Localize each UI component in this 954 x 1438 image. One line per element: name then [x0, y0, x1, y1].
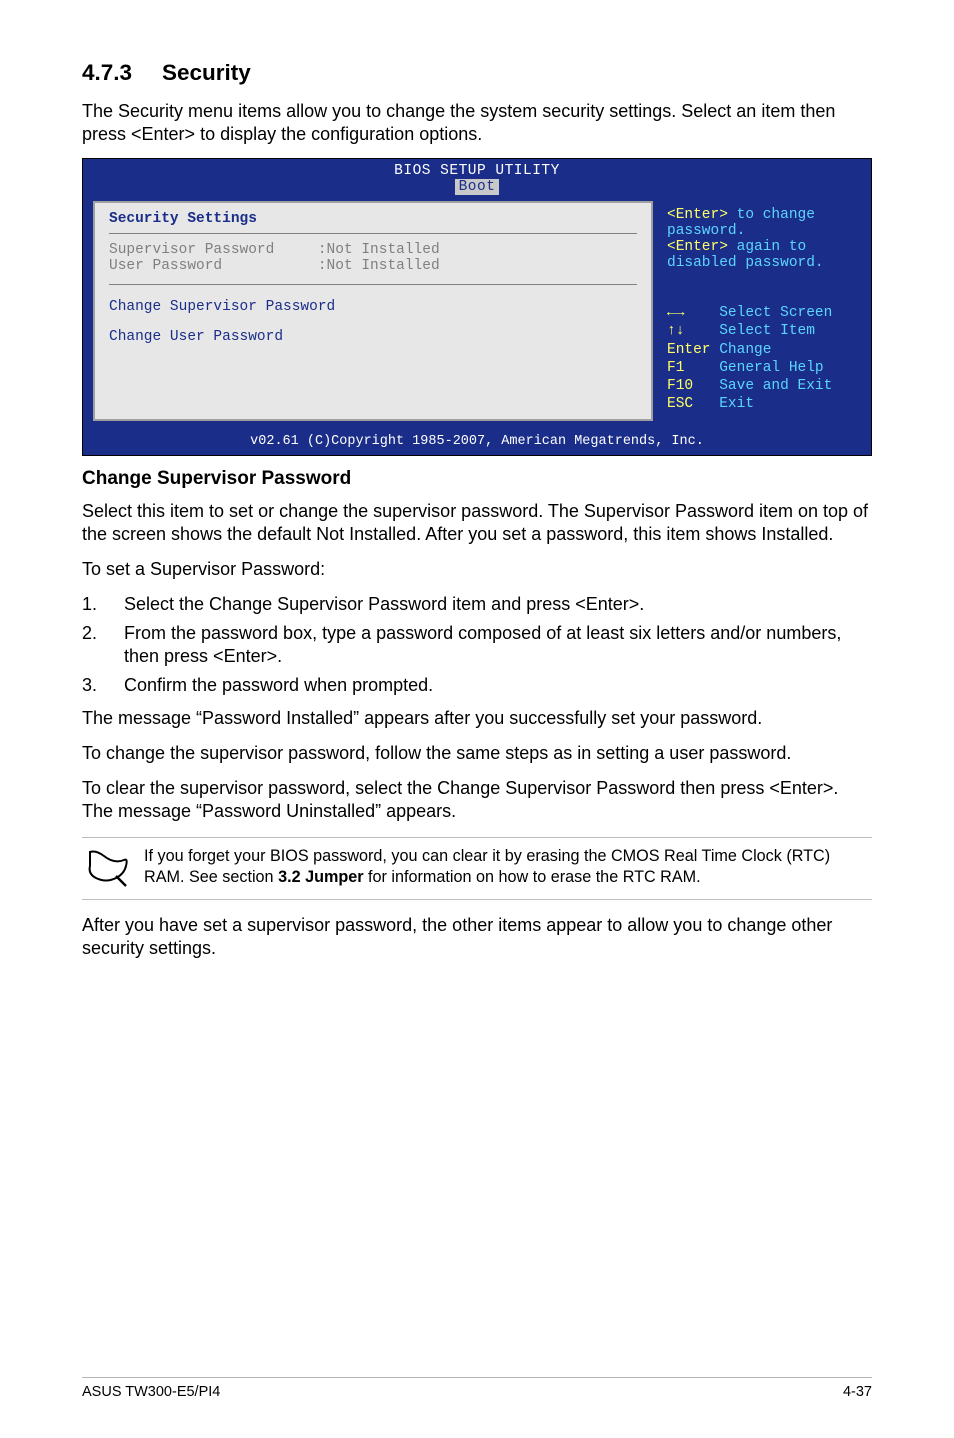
bios-row-value: :Not Installed — [318, 258, 440, 274]
hotkey-label: Exit — [719, 396, 754, 412]
hotkey-label: Select Item — [719, 323, 815, 339]
bios-divider — [109, 233, 637, 234]
bios-help-line: <Enter> to change — [667, 207, 855, 223]
body-paragraph: To change the supervisor password, follo… — [82, 742, 872, 765]
bios-left-pane: Security Settings Supervisor Password :N… — [93, 201, 653, 421]
bios-title-bar: BIOS SETUP UTILITY Boot — [83, 159, 871, 195]
bios-help-line: disabled password. — [667, 255, 855, 271]
step-text: Select the Change Supervisor Password it… — [124, 594, 644, 614]
body-paragraph: After you have set a supervisor password… — [82, 914, 872, 960]
bios-divider — [109, 284, 637, 285]
steps-list: 1. Select the Change Supervisor Password … — [82, 593, 872, 697]
section-number: 4.7.3 — [82, 60, 162, 86]
bios-left-header: Security Settings — [109, 211, 637, 227]
bios-right-pane: <Enter> to change password. <Enter> agai… — [653, 201, 861, 421]
list-item: 2. From the password box, type a password… — [82, 622, 872, 668]
bios-hotkey: ESC Exit — [667, 395, 855, 413]
bios-enter-key: <Enter> — [667, 239, 728, 255]
bios-change-item: Change Supervisor Password — [109, 299, 637, 315]
bios-change-item: Change User Password — [109, 329, 637, 345]
bios-row-label: User Password — [109, 258, 222, 274]
body-paragraph: To clear the supervisor password, select… — [82, 777, 872, 823]
bios-hotkeys: Select Screen Select Item Enter Change F… — [667, 304, 855, 413]
step-number: 1. — [82, 593, 97, 616]
hotkey-label: General Help — [719, 360, 823, 376]
hotkey-key: F1 — [667, 360, 684, 376]
note-text: If you forget your BIOS password, you ca… — [144, 846, 872, 887]
bios-hotkey: Select Item — [667, 322, 855, 340]
bios-hotkey: Enter Change — [667, 341, 855, 359]
note-icon — [82, 846, 144, 893]
intro-paragraph: The Security menu items allow you to cha… — [82, 100, 872, 146]
section-title: Security — [162, 60, 251, 85]
bios-title: BIOS SETUP UTILITY — [394, 163, 560, 179]
bios-help-text: disabled password. — [667, 255, 824, 271]
bios-help-text: password. — [667, 223, 745, 239]
list-item: 3. Confirm the password when prompted. — [82, 674, 872, 697]
step-number: 3. — [82, 674, 97, 697]
hotkey-key: F10 — [667, 378, 693, 394]
bios-row-value: :Not Installed — [318, 242, 440, 258]
arrows-lr-icon — [667, 305, 684, 321]
bios-enter-key: <Enter> — [667, 207, 728, 223]
bios-row: User Password :Not Installed — [109, 258, 637, 274]
bios-row: Supervisor Password :Not Installed — [109, 242, 637, 258]
arrows-ud-icon — [667, 323, 684, 339]
bios-help-text: again to — [728, 239, 806, 255]
body-paragraph: The message “Password Installed” appears… — [82, 707, 872, 730]
subheading: Change Supervisor Password — [82, 468, 872, 490]
step-number: 2. — [82, 622, 97, 645]
body-paragraph: To set a Supervisor Password: — [82, 558, 872, 581]
step-text: From the password box, type a password c… — [124, 623, 841, 666]
hotkey-key: ESC — [667, 396, 693, 412]
section-heading: 4.7.3Security — [82, 60, 872, 86]
footer-right: 4-37 — [843, 1384, 872, 1400]
hotkey-key: Enter — [667, 342, 711, 358]
list-item: 1. Select the Change Supervisor Password … — [82, 593, 872, 616]
footer-left: ASUS TW300-E5/PI4 — [82, 1384, 220, 1400]
note-bold: 3.2 Jumper — [278, 868, 363, 886]
bios-box: BIOS SETUP UTILITY Boot Security Setting… — [82, 158, 872, 456]
hotkey-label: Change — [719, 342, 771, 358]
bios-help-text: to change — [728, 207, 815, 223]
note-box: If you forget your BIOS password, you ca… — [82, 837, 872, 900]
bios-hotkey: Select Screen — [667, 304, 855, 322]
bios-hotkey: F1 General Help — [667, 359, 855, 377]
bios-hotkey: F10 Save and Exit — [667, 377, 855, 395]
note-text-part: for information on how to erase the RTC … — [364, 868, 701, 886]
hotkey-label: Save and Exit — [719, 378, 832, 394]
step-text: Confirm the password when prompted. — [124, 675, 433, 695]
bios-copyright: v02.61 (C)Copyright 1985-2007, American … — [83, 431, 871, 455]
page-footer: ASUS TW300-E5/PI4 4-37 — [82, 1377, 872, 1400]
body-paragraph: Select this item to set or change the su… — [82, 500, 872, 546]
hotkey-label: Select Screen — [719, 305, 832, 321]
bios-tab: Boot — [455, 179, 500, 195]
bios-row-label: Supervisor Password — [109, 242, 274, 258]
bios-help-line: <Enter> again to — [667, 239, 855, 255]
bios-help-line: password. — [667, 223, 855, 239]
